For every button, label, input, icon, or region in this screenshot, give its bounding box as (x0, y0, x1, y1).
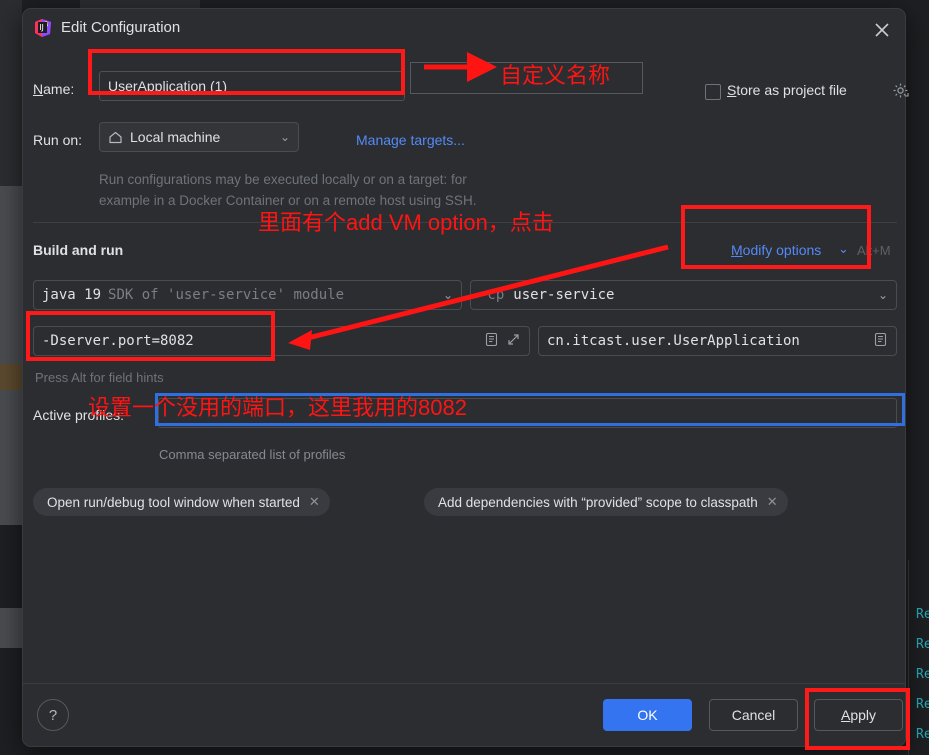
active-profiles-hint: Comma separated list of profiles (159, 447, 346, 462)
option-chip-open-tool-window[interactable]: Open run/debug tool window when started … (33, 488, 330, 516)
jdk-combobox[interactable]: java 19 SDK of 'user-service' module ⌄ (33, 280, 462, 310)
name-input-value: UserApplication (1) (108, 78, 228, 94)
store-as-project-file-label: Store as project file (727, 82, 847, 98)
main-class-value: cn.itcast.user.UserApplication (547, 333, 800, 349)
macro-list-icon[interactable] (484, 332, 499, 351)
chevron-down-icon: ⌄ (442, 288, 453, 302)
chip-label: Add dependencies with “provided” scope t… (438, 494, 758, 510)
jdk-module-hint: SDK of 'user-service' module (108, 287, 345, 303)
ide-strip-segment (0, 186, 22, 364)
classpath-value: user-service (513, 287, 615, 303)
gear-icon[interactable] (892, 82, 909, 102)
option-chip-provided-scope[interactable]: Add dependencies with “provided” scope t… (424, 488, 788, 516)
cancel-button[interactable]: Cancel (709, 699, 798, 731)
modify-options-shortcut: Alt+M (857, 243, 891, 258)
run-on-description-line2: example in a Docker Container or on a re… (99, 193, 477, 208)
ide-strip-gap (0, 648, 22, 755)
name-input[interactable]: UserApplication (1) (99, 71, 405, 101)
ide-left-toolwindow-strip (0, 0, 22, 755)
classpath-prefix: -cp (479, 287, 505, 303)
vm-options-input[interactable]: -Dserver.port=8082 (33, 326, 530, 356)
apply-button[interactable]: Apply (814, 699, 903, 731)
background-code-line: Re (916, 667, 929, 682)
ide-strip-segment (0, 390, 22, 525)
close-small-icon[interactable]: ✕ (309, 494, 320, 510)
browse-class-icon[interactable] (873, 332, 888, 351)
jdk-value: java 19 (42, 287, 102, 303)
active-profiles-label: Active profiles: (33, 407, 125, 423)
main-class-input[interactable]: cn.itcast.user.UserApplication (538, 326, 897, 356)
apply-button-label: Apply (840, 707, 877, 723)
name-label: Name: (33, 81, 75, 97)
run-on-description-line1: Run configurations may be executed local… (99, 172, 467, 187)
close-small-icon[interactable]: ✕ (767, 494, 778, 510)
ok-button[interactable]: OK (603, 699, 692, 731)
expand-editor-icon[interactable] (506, 332, 521, 351)
dialog-title: Edit Configuration (61, 19, 181, 36)
manage-targets-link[interactable]: Manage targets... (356, 132, 465, 148)
background-code-line: Re (916, 697, 929, 712)
ide-strip-segment (0, 608, 22, 648)
ide-strip-gap (0, 525, 22, 608)
ide-strip-segment-highlight (0, 364, 22, 390)
run-on-label: Run on: (33, 132, 83, 148)
chip-label: Open run/debug tool window when started (47, 494, 300, 510)
dialog-footer: ? OK Cancel Apply (23, 683, 905, 746)
ide-editor-area (915, 560, 929, 755)
vm-options-value: -Dserver.port=8082 (42, 333, 194, 349)
classpath-module-combobox[interactable]: -cp user-service ⌄ (470, 280, 897, 310)
ide-editor-divider (908, 560, 909, 755)
dialog-titlebar: IJ Edit Configuration (23, 9, 905, 49)
svg-text:IJ: IJ (39, 23, 44, 32)
field-hint-text: Press Alt for field hints (35, 370, 164, 385)
chevron-down-icon[interactable]: ⌄ (838, 241, 849, 257)
store-as-project-file-checkbox[interactable] (705, 84, 721, 100)
active-profiles-input[interactable] (158, 398, 897, 428)
section-divider (33, 222, 897, 223)
background-code-line: Re (916, 637, 929, 652)
chevron-down-icon: ⌄ (279, 130, 290, 144)
modify-options-link[interactable]: Modify options (731, 242, 821, 258)
run-on-target-combobox[interactable]: Local machine ⌄ (99, 122, 299, 152)
home-icon (108, 130, 123, 145)
close-icon[interactable] (871, 19, 893, 41)
chevron-down-icon: ⌄ (877, 288, 888, 302)
edit-configuration-dialog: IJ Edit Configuration Name: UserApplicat… (22, 8, 909, 747)
background-code-line: Re (916, 607, 929, 622)
help-button[interactable]: ? (37, 699, 69, 731)
background-code-line: Re (916, 727, 929, 742)
intellij-idea-icon: IJ (33, 18, 53, 38)
run-on-value: Local machine (130, 129, 221, 145)
build-and-run-section-title: Build and run (33, 242, 124, 258)
